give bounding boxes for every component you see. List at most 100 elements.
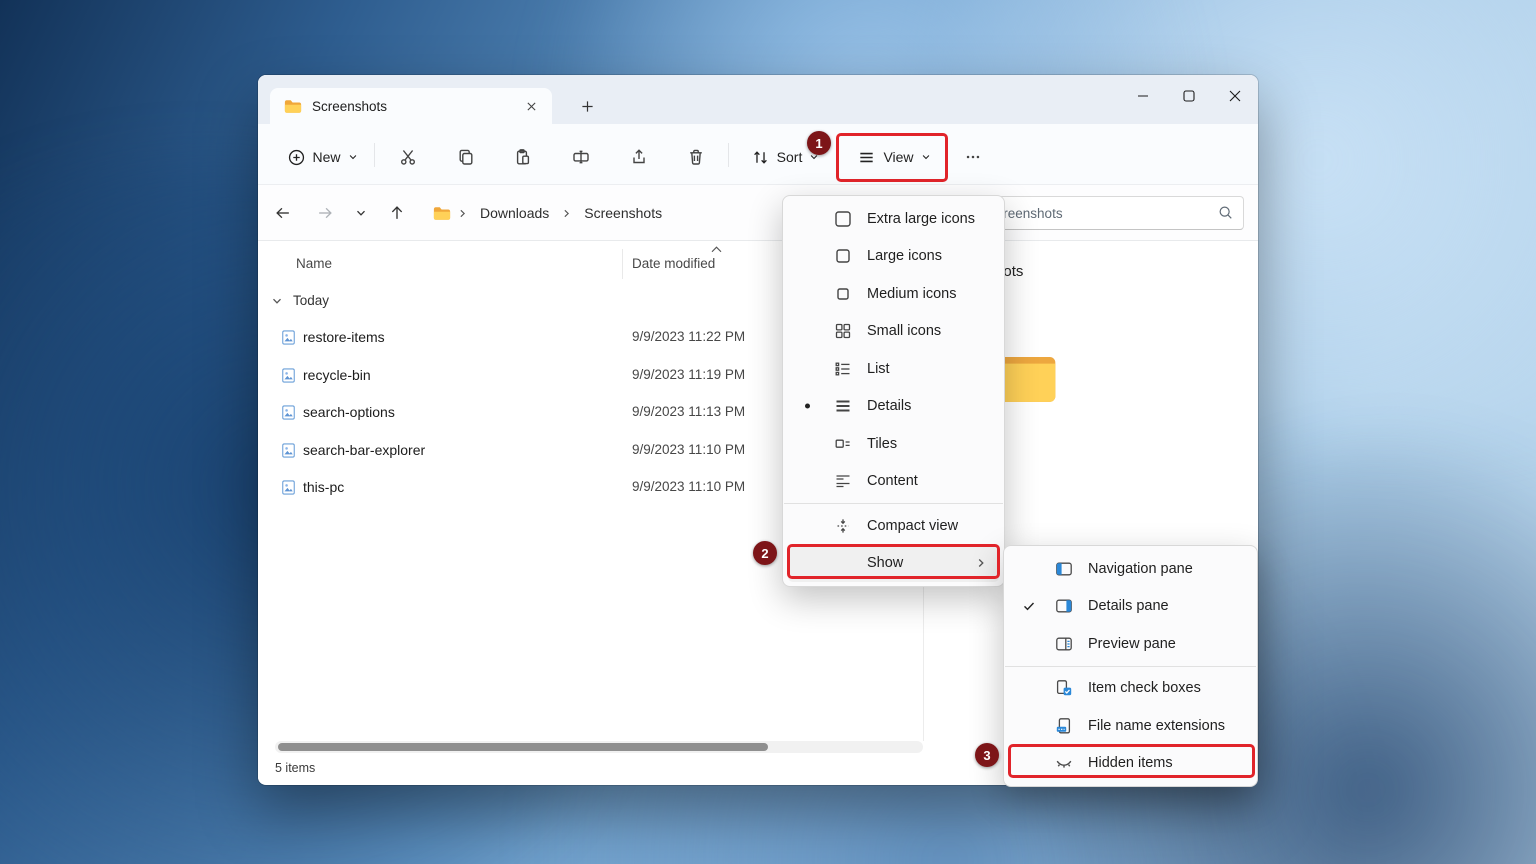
address-bar: Downloads Screenshots xyxy=(258,185,1258,241)
submenu-item-file-name-extensions[interactable]: File name extensions xyxy=(1009,707,1252,745)
menu-item-small-icons[interactable]: Small icons xyxy=(788,313,999,351)
window-controls xyxy=(1120,75,1258,117)
hidden-items-eye-icon xyxy=(1054,753,1074,773)
desktop: Screenshots New Sort View Downloads Scre… xyxy=(0,0,1536,864)
list-icon xyxy=(833,359,853,379)
submenu-item-hidden-items[interactable]: Hidden items xyxy=(1009,745,1252,783)
paste-button[interactable] xyxy=(505,139,541,175)
plus-circle-icon xyxy=(287,148,306,167)
column-divider[interactable] xyxy=(622,249,623,279)
back-button[interactable] xyxy=(267,197,299,229)
toolbar-divider xyxy=(374,143,375,167)
extra-large-icons-icon xyxy=(833,209,853,229)
copy-icon xyxy=(459,149,473,165)
new-button[interactable]: New xyxy=(280,139,364,175)
menu-item-large-icons[interactable]: Large icons xyxy=(788,238,999,276)
compact-view-icon xyxy=(833,516,853,536)
cut-button[interactable] xyxy=(390,139,426,175)
chevron-down-icon[interactable] xyxy=(271,295,283,307)
column-header-name[interactable]: Name xyxy=(296,256,332,271)
tab-title: Screenshots xyxy=(312,98,388,114)
step-badge-3: 3 xyxy=(975,743,999,767)
details-icon xyxy=(833,396,853,416)
folder-icon xyxy=(284,99,302,114)
status-bar-items-count: 5 items xyxy=(275,761,316,775)
view-button-label: View xyxy=(883,149,914,165)
maximize-icon xyxy=(1183,90,1195,102)
forward-button[interactable] xyxy=(309,197,341,229)
paste-icon xyxy=(516,149,530,165)
group-label: Today xyxy=(293,293,330,308)
chevron-down-icon xyxy=(348,152,358,162)
file-date: 9/9/2023 11:13 PM xyxy=(632,404,746,419)
chevron-down-icon xyxy=(357,210,365,216)
menu-item-medium-icons[interactable]: Medium icons xyxy=(788,275,999,313)
step-badge-1: 1 xyxy=(807,131,831,155)
rename-button[interactable] xyxy=(563,139,599,175)
item-check-boxes-icon xyxy=(1054,678,1074,698)
view-icon xyxy=(857,148,876,167)
chevron-down-icon xyxy=(921,152,931,162)
menu-item-details[interactable]: Details xyxy=(788,388,999,426)
file-name-extensions-icon xyxy=(1054,716,1074,736)
submenu-item-item-check-boxes[interactable]: Item check boxes xyxy=(1009,670,1252,708)
up-button[interactable] xyxy=(381,197,413,229)
file-date: 9/9/2023 11:22 PM xyxy=(632,329,746,344)
tab-close-icon[interactable] xyxy=(520,95,542,117)
back-arrow-icon xyxy=(276,207,289,219)
menu-item-show[interactable]: Show xyxy=(788,544,999,582)
chevron-right-icon xyxy=(975,557,987,569)
breadcrumb-screenshots[interactable]: Screenshots xyxy=(578,200,668,226)
breadcrumb-downloads[interactable]: Downloads xyxy=(474,200,555,226)
horizontal-scrollbar-thumb[interactable] xyxy=(278,743,768,751)
image-file-icon xyxy=(280,442,297,459)
small-icons-icon xyxy=(833,321,853,341)
file-name: this-pc xyxy=(303,479,345,495)
menu-item-extra-large-icons[interactable]: Extra large icons xyxy=(788,200,999,238)
more-options-button[interactable] xyxy=(955,139,991,175)
recent-locations-button[interactable] xyxy=(345,197,377,229)
file-date: 9/9/2023 11:19 PM xyxy=(632,366,746,382)
maximize-button[interactable] xyxy=(1166,75,1212,117)
menu-item-compact-view[interactable]: Compact view xyxy=(788,507,999,545)
tab-bar: Screenshots xyxy=(258,75,1258,124)
scissors-icon xyxy=(401,150,416,165)
search-icon xyxy=(1217,204,1234,221)
submenu-item-preview-pane[interactable]: Preview pane xyxy=(1009,625,1252,663)
minimize-button[interactable] xyxy=(1120,75,1166,117)
tab-screenshots[interactable]: Screenshots xyxy=(270,88,552,124)
selected-radio-dot xyxy=(805,403,810,409)
trash-icon xyxy=(690,149,702,165)
menu-item-tiles[interactable]: Tiles xyxy=(788,425,999,463)
delete-button[interactable] xyxy=(678,139,714,175)
check-icon xyxy=(1022,599,1036,613)
file-date: 9/9/2023 11:10 PM xyxy=(632,479,746,494)
image-file-icon xyxy=(280,367,297,384)
preview-pane-icon xyxy=(1054,634,1074,654)
view-button[interactable]: View xyxy=(848,139,940,175)
close-button[interactable] xyxy=(1212,75,1258,117)
image-file-icon xyxy=(280,479,297,496)
menu-item-content[interactable]: Content xyxy=(788,463,999,501)
column-header-date-modified[interactable]: Date modified xyxy=(632,256,715,271)
copy-button[interactable] xyxy=(448,139,484,175)
new-button-label: New xyxy=(312,149,341,165)
show-submenu: Navigation pane Details pane Preview pan… xyxy=(1003,545,1258,787)
rename-icon xyxy=(573,150,589,164)
tiles-icon xyxy=(833,434,853,454)
file-name: restore-items xyxy=(303,329,385,345)
menu-item-list[interactable]: List xyxy=(788,350,999,388)
file-name: search-bar-explorer xyxy=(303,441,426,458)
horizontal-scrollbar[interactable] xyxy=(275,741,923,753)
step-badge-2: 2 xyxy=(753,541,777,565)
content-icon xyxy=(833,471,853,491)
submenu-item-navigation-pane[interactable]: Navigation pane xyxy=(1009,550,1252,588)
share-button[interactable] xyxy=(621,139,657,175)
submenu-item-details-pane[interactable]: Details pane xyxy=(1009,588,1252,626)
toolbar-divider xyxy=(728,143,729,167)
image-file-icon xyxy=(280,329,297,346)
large-icons-icon xyxy=(833,246,853,266)
file-date: 9/9/2023 11:10 PM xyxy=(632,441,746,457)
command-bar: New Sort View xyxy=(258,124,1258,185)
new-tab-button[interactable] xyxy=(575,94,599,118)
